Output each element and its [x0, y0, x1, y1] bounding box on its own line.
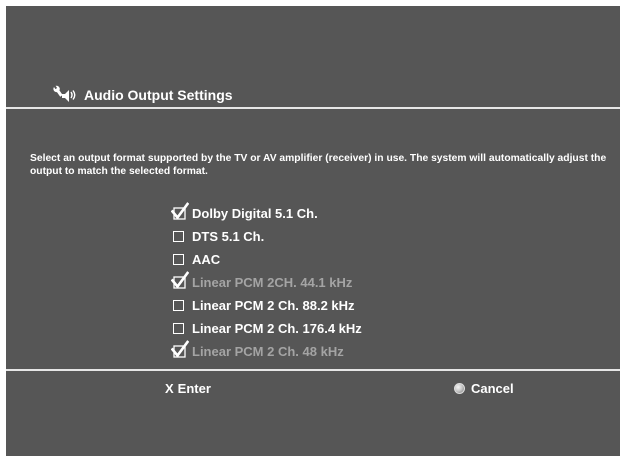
option-label: Linear PCM 2 Ch. 176.4 kHz	[192, 321, 362, 336]
option-label: Linear PCM 2 Ch. 88.2 kHz	[192, 298, 355, 313]
option-label: Linear PCM 2 Ch. 48 kHz	[192, 344, 344, 359]
format-option[interactable]: Linear PCM 2 Ch. 176.4 kHz	[173, 317, 362, 340]
option-label: AAC	[192, 252, 221, 267]
option-label: Dolby Digital 5.1 Ch.	[192, 206, 318, 221]
checkmark-icon	[171, 202, 189, 220]
page-title: Audio Output Settings	[84, 87, 233, 103]
circle-button-icon	[454, 383, 465, 394]
format-option[interactable]: DTS 5.1 Ch.	[173, 225, 362, 248]
settings-screen: Audio Output Settings Select an output f…	[6, 6, 620, 456]
enter-label: Enter	[177, 381, 211, 396]
checkmark-icon	[171, 340, 189, 358]
format-option[interactable]: Linear PCM 2 Ch. 88.2 kHz	[173, 294, 362, 317]
option-label: DTS 5.1 Ch.	[192, 229, 265, 244]
cancel-button[interactable]: Cancel	[454, 381, 514, 396]
header: Audio Output Settings	[6, 6, 620, 113]
enter-button[interactable]: X Enter	[165, 381, 211, 396]
format-option: Linear PCM 2 Ch. 48 kHz	[171, 340, 362, 363]
description-text: Select an output format supported by the…	[30, 153, 607, 177]
footer: X Enter Cancel	[6, 372, 620, 402]
format-options-list: Dolby Digital 5.1 Ch. DTS 5.1 Ch. AAC Linea…	[171, 202, 362, 363]
checkbox-icon	[173, 254, 184, 265]
checkbox-icon	[173, 323, 184, 334]
header-divider	[6, 107, 620, 109]
checkbox-icon	[173, 300, 184, 311]
checkmark-icon	[171, 271, 189, 289]
cancel-label: Cancel	[471, 381, 514, 396]
option-label: Linear PCM 2CH. 44.1 kHz	[192, 275, 353, 290]
format-option: Linear PCM 2CH. 44.1 kHz	[171, 271, 362, 294]
checkbox-icon	[173, 231, 184, 242]
audio-settings-icon	[50, 82, 80, 108]
title-row: Audio Output Settings	[50, 82, 233, 108]
x-button-icon: X	[165, 381, 174, 396]
format-option[interactable]: Dolby Digital 5.1 Ch.	[171, 202, 362, 225]
format-option[interactable]: AAC	[173, 248, 362, 271]
footer-divider	[6, 369, 620, 371]
